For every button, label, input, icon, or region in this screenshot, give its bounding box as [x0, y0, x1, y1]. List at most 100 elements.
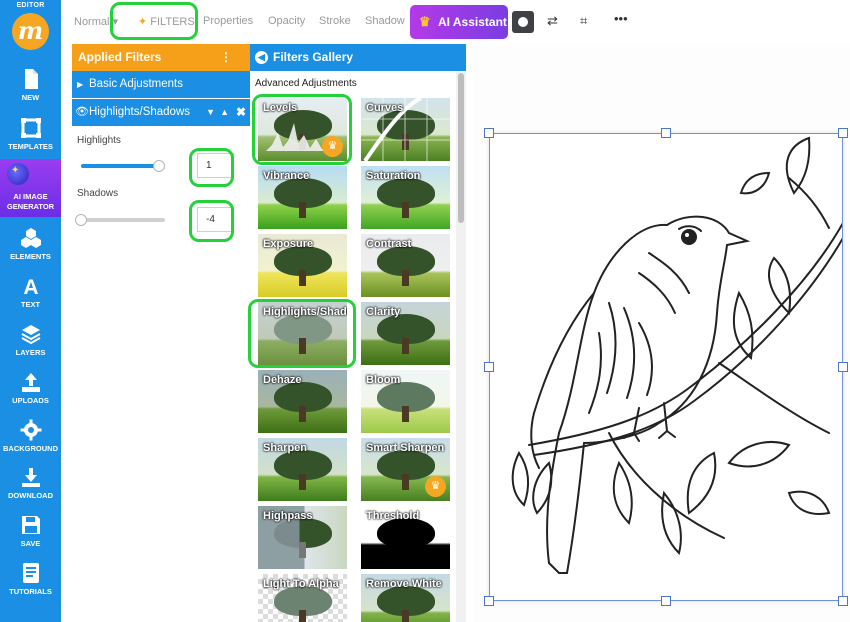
- highlights-slider-thumb[interactable]: [153, 160, 165, 172]
- filter-tile-highlights-shadows[interactable]: Highlights/Shadows: [258, 302, 347, 365]
- resize-handle-top-left[interactable]: [484, 128, 494, 138]
- sidebar-item-label: ELEMENTS: [10, 252, 51, 261]
- stroke-button[interactable]: Stroke: [319, 15, 351, 27]
- more-options-icon[interactable]: •••: [614, 11, 628, 26]
- filter-tile-contrast[interactable]: Contrast: [361, 234, 450, 297]
- sidebar-item-elements[interactable]: ELEMENTS: [0, 227, 61, 261]
- filter-tile-label: Highlights/Shadows: [263, 306, 347, 318]
- tree-trunk: [402, 474, 409, 490]
- resize-handle-bottom-middle[interactable]: [661, 596, 671, 606]
- chevron-down-icon: ▾: [112, 16, 119, 28]
- filters-label: FILTERS: [150, 16, 195, 28]
- shadow-button[interactable]: Shadow: [365, 15, 405, 27]
- filter-tile-vibrance[interactable]: Vibrance: [258, 166, 347, 229]
- shadows-slider-thumb[interactable]: [75, 214, 87, 226]
- basic-adjustments-row[interactable]: ▶ Basic Adjustments: [72, 71, 250, 98]
- tutorials-book-icon: [22, 563, 39, 583]
- gallery-scrollbar-thumb[interactable]: [458, 73, 464, 223]
- filter-tile-threshold[interactable]: Threshold: [361, 506, 450, 569]
- filter-tile-smart-sharpen[interactable]: Smart Sharpen ♛: [361, 438, 450, 501]
- highlights-value-input[interactable]: 1: [197, 153, 234, 178]
- app-logo[interactable]: m: [12, 13, 49, 50]
- sidebar-item-templates[interactable]: TEMPLATES: [0, 117, 61, 151]
- resize-handle-bottom-left[interactable]: [484, 596, 494, 606]
- sidebar-item-ai-image-generator[interactable]: AI IMAGE GENERATOR: [0, 159, 61, 217]
- applied-filters-panel: Applied Filters ⋮ ▶ Basic Adjustments 👁 …: [72, 44, 250, 622]
- sparkle-icon: ✦: [138, 16, 148, 28]
- filter-tile-label: Sharpen: [263, 442, 308, 454]
- fill-color-swatch[interactable]: [512, 11, 534, 33]
- tree-trunk: [402, 406, 409, 422]
- crown-icon: ♛: [419, 14, 431, 29]
- filter-tile-remove-white[interactable]: Remove White: [361, 574, 450, 622]
- resize-handle-top-right[interactable]: [838, 128, 848, 138]
- filter-tile-light-to-alpha[interactable]: Light To Alpha: [258, 574, 347, 622]
- elements-cubes-icon: [20, 228, 41, 248]
- resize-handle-middle-right[interactable]: [838, 362, 848, 372]
- canvas-gutter: [466, 44, 474, 622]
- filters-gallery-panel: ◀ Filters Gallery Advanced Adjustments L…: [248, 44, 466, 622]
- resize-handle-bottom-right[interactable]: [838, 596, 848, 606]
- expand-triangle-icon: ▶: [77, 80, 84, 89]
- ai-assistant-button[interactable]: ♛ AI Assistant: [410, 5, 508, 39]
- text-a-icon: A: [23, 276, 38, 297]
- shadows-slider[interactable]: [75, 214, 165, 226]
- tree-trunk: [299, 202, 306, 218]
- filter-tile-bloom[interactable]: Bloom: [361, 370, 450, 433]
- filter-tile-label: Bloom: [366, 374, 401, 386]
- sidebar-item-tutorials[interactable]: TUTORIALS: [0, 562, 61, 596]
- flip-arrows-icon[interactable]: ⇄: [547, 13, 558, 29]
- sidebar-item-save[interactable]: SAVE: [0, 514, 61, 548]
- sidebar-item-text[interactable]: A TEXT: [0, 275, 61, 309]
- highlights-shadows-label: Highlights/Shadows: [89, 106, 191, 118]
- filter-tile-label: Clarity: [366, 306, 401, 318]
- properties-button[interactable]: Properties: [203, 15, 253, 27]
- filter-tile-label: Threshold: [366, 510, 420, 522]
- tree-trunk: [402, 270, 409, 286]
- highlights-slider[interactable]: [81, 160, 165, 172]
- tree-trunk: [299, 338, 306, 354]
- resize-handle-middle-left[interactable]: [484, 362, 494, 372]
- shadows-value-input[interactable]: -4: [197, 207, 234, 232]
- sidebar-item-label: BACKGROUND: [3, 444, 58, 453]
- upload-icon: [21, 373, 40, 392]
- crop-icon[interactable]: ⌗: [580, 13, 587, 29]
- opacity-button[interactable]: Opacity: [268, 15, 305, 27]
- sidebar-item-label: UPLOADS: [12, 396, 49, 405]
- tree-trunk: [299, 270, 306, 286]
- sidebar-item-new[interactable]: NEW: [0, 68, 61, 102]
- filters-button[interactable]: ✦ FILTERS: [138, 15, 195, 28]
- filter-tile-clarity[interactable]: Clarity: [361, 302, 450, 365]
- filter-tile-exposure[interactable]: Exposure: [258, 234, 347, 297]
- move-up-icon[interactable]: ▲: [220, 99, 229, 126]
- back-arrow-icon[interactable]: ◀: [255, 51, 268, 64]
- filter-tile-curves[interactable]: Curves: [361, 98, 450, 161]
- collapse-down-icon[interactable]: ▼: [206, 99, 215, 126]
- ai-assistant-label: AI Assistant: [438, 15, 507, 29]
- templates-icon: [20, 118, 41, 138]
- filter-tile-saturation[interactable]: Saturation: [361, 166, 450, 229]
- gallery-scrollbar[interactable]: [456, 71, 466, 622]
- vertical-dots-icon[interactable]: ⋮: [220, 44, 232, 71]
- download-icon: [21, 468, 40, 487]
- tree-trunk: [402, 610, 409, 622]
- filter-tile-highpass[interactable]: Highpass: [258, 506, 347, 569]
- blend-mode-dropdown[interactable]: Normal ▾: [74, 15, 118, 28]
- highlights-shadows-row[interactable]: 👁 Highlights/Shadows ▼ ▲ ✖: [72, 99, 250, 126]
- eye-icon[interactable]: 👁: [75, 99, 89, 126]
- main-sidebar: EDITOR m NEW TEMPLATES AI IMAGE GENERATO…: [0, 0, 61, 622]
- sidebar-item-layers[interactable]: LAYERS: [0, 323, 61, 357]
- sidebar-item-label: TUTORIALS: [9, 587, 52, 596]
- sidebar-item-label: TEXT: [20, 300, 41, 309]
- sidebar-item-label: AI IMAGE GENERATOR: [6, 192, 55, 211]
- filter-tile-label: Contrast: [366, 238, 412, 250]
- sidebar-item-uploads[interactable]: UPLOADS: [0, 371, 61, 405]
- resize-handle-top-middle[interactable]: [661, 128, 671, 138]
- sidebar-item-background[interactable]: BACKGROUND: [0, 419, 61, 453]
- filter-tile-dehaze[interactable]: Dehaze: [258, 370, 347, 433]
- sidebar-item-download[interactable]: DOWNLOAD: [0, 466, 61, 500]
- editor-label: EDITOR: [16, 2, 45, 9]
- remove-filter-icon[interactable]: ✖: [236, 99, 246, 126]
- filter-tile-sharpen[interactable]: Sharpen: [258, 438, 347, 501]
- filter-tile-levels[interactable]: Levels ♛: [258, 98, 347, 161]
